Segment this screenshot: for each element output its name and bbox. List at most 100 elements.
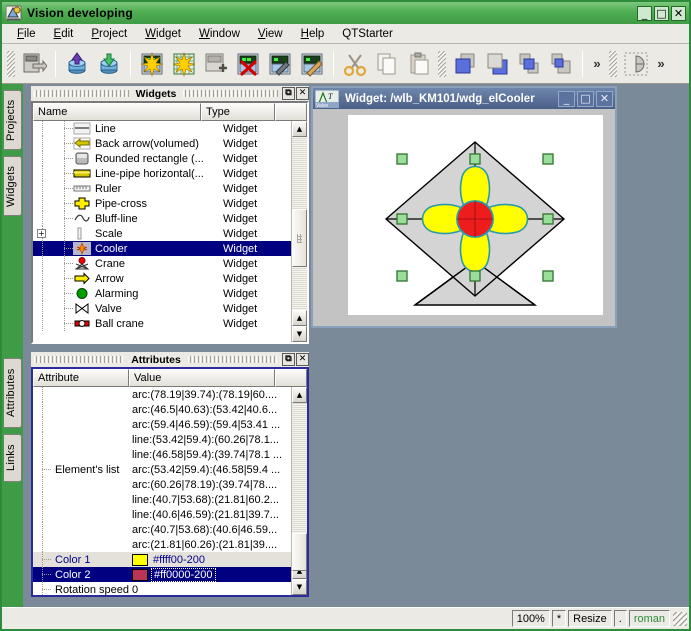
list-item-cooler[interactable]: Cooler Widget bbox=[33, 241, 291, 256]
attributes-col-attribute[interactable]: Attribute bbox=[33, 369, 129, 387]
value-cell[interactable]: arc:(78.19|39.74):(78.19|60.... bbox=[129, 389, 291, 401]
attributes-table[interactable]: Attribute Value arc:(78.19|39.74):(78.19… bbox=[31, 367, 309, 597]
toolbar-grip-3[interactable] bbox=[609, 51, 617, 77]
table-row-elements-list[interactable]: Element's list arc:(53.42|59.4):(46.58|5… bbox=[33, 462, 291, 477]
attributes-scroll-up-button[interactable]: ▲ bbox=[292, 387, 307, 403]
widgets-scroll-down-button[interactable]: ▼ bbox=[292, 326, 307, 342]
paste-icon[interactable] bbox=[404, 49, 434, 79]
db-save-icon[interactable] bbox=[94, 49, 124, 79]
sidebar-tab-widgets[interactable]: Widgets bbox=[4, 156, 22, 216]
widgets-col-name[interactable]: Name bbox=[33, 103, 201, 121]
attributes-scroll-thumb[interactable] bbox=[292, 533, 307, 571]
value-cell[interactable]: #ffff00-200 bbox=[129, 554, 291, 566]
table-row[interactable]: line:(40.7|53.68):(21.81|60.2... bbox=[33, 492, 291, 507]
table-row-color1[interactable]: Color 1 #ffff00-200 bbox=[33, 552, 291, 567]
list-item[interactable]: Crane Widget bbox=[33, 256, 291, 271]
widget-editor-minimize-button[interactable]: _ bbox=[558, 91, 575, 107]
resize-grip[interactable] bbox=[673, 612, 687, 626]
zoom-level[interactable]: 100% bbox=[512, 610, 550, 627]
menu-widget[interactable]: Widget bbox=[136, 26, 190, 42]
menu-qtstarter[interactable]: QTStarter bbox=[333, 26, 401, 42]
widget-editor-titlebar[interactable]: T Valve Widget: /wlb_KM101/wdg_elCooler … bbox=[313, 88, 615, 109]
caption-grip-left-2[interactable] bbox=[34, 356, 124, 363]
sidebar-tab-attributes[interactable]: Attributes bbox=[4, 358, 22, 428]
new-widget-group-icon[interactable] bbox=[169, 49, 199, 79]
widgets-close-button[interactable]: ✕ bbox=[296, 87, 309, 100]
cut-icon[interactable] bbox=[340, 49, 370, 79]
delete-widget-icon[interactable] bbox=[233, 49, 263, 79]
attributes-scroll-track[interactable] bbox=[292, 403, 307, 563]
widgets-scroll-up-button[interactable]: ▲ bbox=[292, 121, 307, 137]
widget-editor-close-button[interactable]: ✕ bbox=[596, 91, 613, 107]
value-cell[interactable]: arc:(46.5|40.63):(53.42|40.6... bbox=[129, 404, 291, 416]
bring-forward-icon[interactable] bbox=[514, 49, 544, 79]
menu-window[interactable]: Window bbox=[190, 26, 249, 42]
table-row[interactable]: arc:(21.81|60.26):(21.81|39.... bbox=[33, 537, 291, 552]
value-cell[interactable]: arc:(53.42|59.4):(46.58|59.4 ... bbox=[129, 464, 291, 476]
db-load-icon[interactable] bbox=[62, 49, 92, 79]
list-item[interactable]: Ball crane Widget bbox=[33, 316, 291, 331]
table-row[interactable]: arc:(40.7|53.68):(40.6|46.59... bbox=[33, 522, 291, 537]
menu-file[interactable]: File bbox=[8, 26, 45, 42]
widgets-vertical-scrollbar[interactable]: ▲ ▲ ▼ bbox=[291, 121, 307, 342]
table-row[interactable]: line:(53.42|59.4):(60.26|78.1... bbox=[33, 432, 291, 447]
widget-canvas[interactable] bbox=[348, 115, 603, 315]
value-cell[interactable]: line:(53.42|59.4):(60.26|78.1... bbox=[129, 434, 291, 446]
menu-view[interactable]: View bbox=[249, 26, 292, 42]
overflow-chevron-icon[interactable]: » bbox=[588, 50, 606, 78]
value-cell[interactable]: arc:(59.4|46.59):(59.4|53.41 ... bbox=[129, 419, 291, 431]
widgets-scroll-up-button-2[interactable]: ▲ bbox=[292, 310, 307, 326]
list-item[interactable]: Pipe-cross Widget bbox=[33, 196, 291, 211]
expand-plus-icon[interactable]: + bbox=[37, 229, 46, 238]
color2-value[interactable]: #ff0000-200 bbox=[151, 568, 216, 582]
list-item[interactable]: Rounded rectangle (... Widget bbox=[33, 151, 291, 166]
close-button[interactable]: ✕ bbox=[671, 6, 686, 21]
value-cell[interactable]: 0 bbox=[129, 584, 291, 596]
menu-project[interactable]: Project bbox=[82, 26, 136, 42]
attributes-undock-button[interactable]: ⧉ bbox=[282, 353, 295, 366]
list-item[interactable]: Bluff-line Widget bbox=[33, 211, 291, 226]
list-item[interactable]: Valve Widget bbox=[33, 301, 291, 316]
font-name[interactable]: roman bbox=[629, 610, 670, 627]
list-item[interactable]: Ruler Widget bbox=[33, 181, 291, 196]
widgets-tree[interactable]: Name Type Line bbox=[31, 101, 309, 344]
new-widget-icon[interactable] bbox=[137, 49, 167, 79]
widget-properties-icon[interactable] bbox=[201, 49, 231, 79]
attributes-close-button[interactable]: ✕ bbox=[296, 353, 309, 366]
bring-to-front-icon[interactable] bbox=[450, 49, 480, 79]
caption-grip-right-2[interactable] bbox=[188, 356, 278, 363]
attributes-scroll-down-button[interactable]: ▼ bbox=[292, 579, 307, 595]
value-cell[interactable]: arc:(21.81|60.26):(21.81|39.... bbox=[129, 539, 291, 551]
widgets-undock-button[interactable]: ⧉ bbox=[282, 87, 295, 100]
widgets-scroll-track[interactable] bbox=[292, 137, 307, 310]
menu-help[interactable]: Help bbox=[292, 26, 334, 42]
list-item[interactable]: + Scale Widget bbox=[33, 226, 291, 241]
value-cell[interactable]: #ff0000-200 bbox=[129, 568, 291, 582]
table-row[interactable]: line:(46.58|59.4):(39.74|78.1 ... bbox=[33, 447, 291, 462]
table-row[interactable]: arc:(60.26|78.19):(39.74|78.... bbox=[33, 477, 291, 492]
send-to-back-icon[interactable] bbox=[482, 49, 512, 79]
list-item[interactable]: Alarming Widget bbox=[33, 286, 291, 301]
widgets-scroll-thumb[interactable] bbox=[292, 209, 307, 267]
widgets-col-type[interactable]: Type bbox=[201, 103, 275, 121]
toolbar-grip-2[interactable] bbox=[438, 51, 446, 77]
caption-grip-left[interactable] bbox=[34, 90, 129, 97]
table-row[interactable]: line:(40.6|46.59):(21.81|39.7... bbox=[33, 507, 291, 522]
value-cell[interactable]: line:(40.7|53.68):(21.81|60.2... bbox=[129, 494, 291, 506]
copy-icon[interactable] bbox=[372, 49, 402, 79]
shape-tool-icon[interactable] bbox=[621, 49, 651, 79]
table-row[interactable]: arc:(46.5|40.63):(53.42|40.6... bbox=[33, 402, 291, 417]
send-backward-icon[interactable] bbox=[546, 49, 576, 79]
list-item[interactable]: Arrow Widget bbox=[33, 271, 291, 286]
sidebar-tab-projects[interactable]: Projects bbox=[4, 90, 22, 150]
attributes-col-value[interactable]: Value bbox=[129, 369, 275, 387]
project-properties-icon[interactable] bbox=[19, 49, 49, 79]
table-row[interactable]: arc:(78.19|39.74):(78.19|60.... bbox=[33, 387, 291, 402]
sidebar-tab-links[interactable]: Links bbox=[4, 434, 22, 482]
toolbar-grip[interactable] bbox=[7, 51, 15, 77]
edit-mode[interactable]: Resize bbox=[568, 610, 612, 627]
table-row-rotation-speed[interactable]: Rotation speed 0 bbox=[33, 582, 291, 595]
value-cell[interactable]: line:(40.6|46.59):(21.81|39.7... bbox=[129, 509, 291, 521]
color2-swatch[interactable] bbox=[132, 569, 148, 581]
value-cell[interactable]: arc:(40.7|53.68):(40.6|46.59... bbox=[129, 524, 291, 536]
